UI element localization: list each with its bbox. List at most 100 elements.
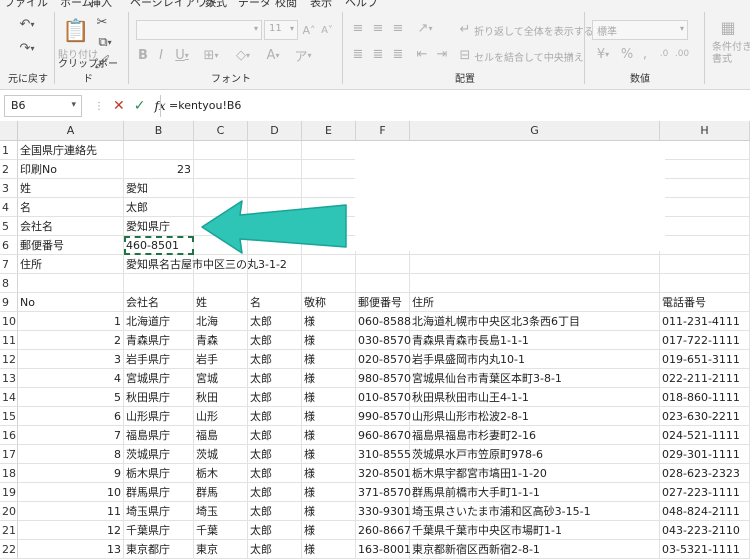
- cell-e[interactable]: 様: [302, 502, 356, 521]
- column-header-f[interactable]: F: [356, 121, 410, 141]
- cell-h[interactable]: [660, 236, 750, 255]
- cell-h[interactable]: 024-521-1111: [660, 426, 750, 445]
- cell-b[interactable]: 宮城県庁: [124, 369, 194, 388]
- cell-d[interactable]: 太郎: [248, 312, 302, 331]
- increase-indent-icon[interactable]: ⇥: [434, 46, 450, 62]
- cell-f[interactable]: 010-8570: [356, 388, 411, 407]
- cell-e[interactable]: [302, 141, 356, 160]
- cell-d[interactable]: [248, 179, 302, 198]
- column-header-b[interactable]: B: [124, 121, 194, 141]
- cell-d[interactable]: 太郎: [248, 464, 302, 483]
- row-header[interactable]: 7: [0, 255, 18, 274]
- cell-h[interactable]: 019-651-3111: [660, 350, 750, 369]
- cell-g[interactable]: 住所: [410, 293, 660, 312]
- cell-g[interactable]: 栃木県宇都宮市塙田1-1-20: [410, 464, 660, 483]
- merge-icon[interactable]: ⊟: [458, 48, 472, 63]
- cell-f[interactable]: 020-8570: [356, 350, 411, 369]
- cell-a[interactable]: 6: [18, 407, 124, 426]
- cell-f[interactable]: 郵便番号: [356, 293, 410, 312]
- cell-f[interactable]: 310-8555: [356, 445, 411, 464]
- cell-d[interactable]: 太郎: [248, 407, 302, 426]
- row-header[interactable]: 17: [0, 445, 18, 464]
- cell-b[interactable]: [124, 141, 194, 160]
- cell-a[interactable]: [18, 274, 124, 293]
- cell-h[interactable]: [660, 255, 750, 274]
- row-header[interactable]: 16: [0, 426, 18, 445]
- cell-b[interactable]: 栃木県庁: [124, 464, 194, 483]
- cell-c[interactable]: [194, 179, 248, 198]
- number-format-combo[interactable]: 標準 ▾: [592, 20, 688, 40]
- cell-g[interactable]: 岩手県盛岡市内丸10-1: [410, 350, 660, 369]
- cell-e[interactable]: [302, 255, 356, 274]
- cell-b[interactable]: 岩手県庁: [124, 350, 194, 369]
- cell-b[interactable]: 北海道庁: [124, 312, 194, 331]
- cell-a[interactable]: No: [18, 293, 124, 312]
- cell-e[interactable]: 様: [302, 407, 356, 426]
- cell-b[interactable]: 青森県庁: [124, 331, 194, 350]
- cell-c[interactable]: 北海: [194, 312, 248, 331]
- name-box[interactable]: B6 ▾: [4, 95, 82, 117]
- fill-color-icon[interactable]: ◇ ▾: [232, 46, 254, 64]
- decrease-decimal-icon[interactable]: .00: [674, 46, 690, 62]
- cell-h[interactable]: 029-301-1111: [660, 445, 750, 464]
- formula-input[interactable]: =kentyou!B6: [160, 95, 750, 117]
- row-header[interactable]: 13: [0, 369, 18, 388]
- cell-d[interactable]: 太郎: [248, 388, 302, 407]
- cell-e[interactable]: 様: [302, 388, 356, 407]
- cell-b[interactable]: 太郎: [124, 198, 194, 217]
- row-header[interactable]: 4: [0, 198, 18, 217]
- row-header[interactable]: 14: [0, 388, 18, 407]
- cell-f[interactable]: 060-8588: [356, 312, 411, 331]
- cell-e[interactable]: 様: [302, 350, 356, 369]
- cell-f[interactable]: 320-8501: [356, 464, 411, 483]
- cell-d[interactable]: 太郎: [248, 502, 302, 521]
- column-header-g[interactable]: G: [410, 121, 660, 141]
- cell-e[interactable]: 様: [302, 540, 356, 559]
- cell-c[interactable]: 福島: [194, 426, 248, 445]
- cell-d[interactable]: 太郎: [248, 369, 302, 388]
- cell-e[interactable]: 敬称: [302, 293, 356, 312]
- cell-b[interactable]: 460-8501: [124, 236, 194, 255]
- cell-a[interactable]: 4: [18, 369, 124, 388]
- cell-e[interactable]: 様: [302, 331, 356, 350]
- cell-a[interactable]: 郵便番号: [18, 236, 124, 255]
- cell-g[interactable]: 青森県青森市長島1-1-1: [410, 331, 660, 350]
- menu-data[interactable]: データ: [238, 0, 271, 8]
- cell-h[interactable]: 023-630-2211: [660, 407, 750, 426]
- cell-f[interactable]: [356, 274, 410, 293]
- cell-e[interactable]: [302, 274, 356, 293]
- cell-a[interactable]: 3: [18, 350, 124, 369]
- cell-h[interactable]: 028-623-2323: [660, 464, 750, 483]
- border-icon[interactable]: ⊞ ▾: [200, 46, 222, 64]
- cell-c[interactable]: [194, 160, 248, 179]
- cell-a[interactable]: 11: [18, 502, 124, 521]
- cell-c[interactable]: 姓: [194, 293, 248, 312]
- cell-b[interactable]: 23: [124, 160, 194, 179]
- cell-d[interactable]: 太郎: [248, 540, 302, 559]
- wrap-text-icon[interactable]: ↵: [458, 22, 472, 37]
- cell-a[interactable]: 姓: [18, 179, 124, 198]
- cell-b[interactable]: 群馬県庁: [124, 483, 194, 502]
- cell-e[interactable]: 様: [302, 426, 356, 445]
- font-name-combo[interactable]: ▾: [136, 20, 262, 40]
- cell-c[interactable]: [194, 255, 248, 274]
- cell-e[interactable]: 様: [302, 464, 356, 483]
- menu-insert[interactable]: 挿入: [90, 0, 112, 8]
- redo-icon[interactable]: ↷ ▾: [12, 38, 42, 58]
- cell-g[interactable]: 北海道札幌市中央区北3条西6丁目: [410, 312, 660, 331]
- cell-a[interactable]: 名: [18, 198, 124, 217]
- cell-f[interactable]: 980-8570: [356, 369, 411, 388]
- cell-c[interactable]: 宮城: [194, 369, 248, 388]
- cell-d[interactable]: [248, 255, 302, 274]
- column-header-a[interactable]: A: [18, 121, 124, 141]
- cell-c[interactable]: 群馬: [194, 483, 248, 502]
- cell-d[interactable]: [248, 141, 302, 160]
- cell-b[interactable]: 茨城県庁: [124, 445, 194, 464]
- cell-c[interactable]: 千葉: [194, 521, 248, 540]
- cell-h[interactable]: 022-211-2111: [660, 369, 750, 388]
- row-header[interactable]: 20: [0, 502, 18, 521]
- cell-e[interactable]: [302, 179, 356, 198]
- undo-icon[interactable]: ↶ ▾: [12, 14, 42, 34]
- cell-f[interactable]: 260-8667: [356, 521, 411, 540]
- cell-b[interactable]: 愛知県名古屋市中区三の丸3-1-2: [124, 255, 287, 274]
